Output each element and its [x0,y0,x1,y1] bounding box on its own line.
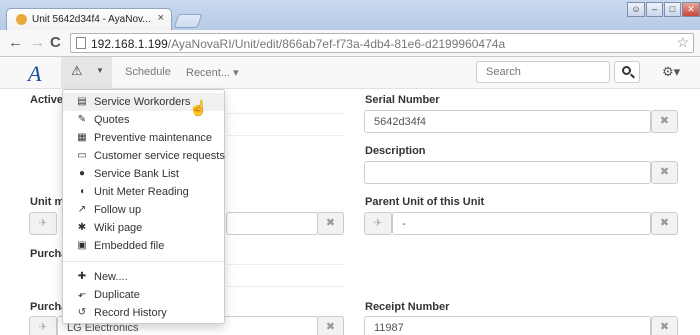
address-bar[interactable]: 192.168.1.199/AyaNovaRI/Unit/edit/866ab7… [70,33,694,53]
serial-number-label: Serial Number [365,94,440,106]
menu-item-preventive-maintenance[interactable]: ▦ Preventive maintenance [63,129,224,147]
warning-icon: ⚠ [71,63,83,78]
url-text[interactable]: 192.168.1.199/AyaNovaRI/Unit/edit/866ab7… [91,37,505,51]
nav-recent-dropdown[interactable]: Recent... ▾ [186,66,239,79]
menu-item-embedded-file[interactable]: ▣ Embedded file [63,237,224,255]
browser-toolbar: ← → C 192.168.1.199/AyaNovaRI/Unit/edit/… [0,30,700,57]
menu-item-label: Quotes [94,114,130,126]
tab-title: Unit 5642d34f4 - AyaNov... [32,14,151,25]
browser-tab[interactable]: Unit 5642d34f4 - AyaNov... × [6,8,172,31]
search-button[interactable] [614,61,640,83]
purchased-from-pick-button[interactable]: ✈ [29,316,57,335]
menu-item-label: Embedded file [94,240,165,252]
plus-icon: ✚ [77,271,87,282]
window-minimize-button[interactable]: – [646,2,663,17]
new-tab-button[interactable] [173,14,203,28]
menu-item-label: Wiki page [94,222,143,234]
description-label: Description [365,145,426,157]
file-icon: ▣ [77,240,87,251]
menu-item-label: Unit Meter Reading [94,186,189,198]
quote-icon: ✎ [77,114,87,125]
receipt-number-clear-button[interactable]: ✖ [651,316,678,335]
duplicate-icon: ⬐ [77,289,87,300]
laptop-icon: ▭ [77,150,87,161]
menu-item-unit-meter-reading[interactable]: ◖ Unit Meter Reading [63,183,224,201]
menu-item-label: Service Workorders [94,96,191,108]
follow-up-icon: ↗ [77,204,87,215]
menu-item-label: Follow up [94,204,142,216]
parent-unit-field[interactable]: - [392,212,651,235]
url-path: /AyaNovaRI/Unit/edit/866ab7ef-f73a-4db4-… [167,37,506,51]
browser-titlebar: Unit 5642d34f4 - AyaNov... × ☺ – □ ✕ [0,0,700,31]
active-label: Active [30,94,64,106]
favicon-icon [16,14,27,25]
menu-item-label: Customer service requests [94,150,225,162]
menu-item-wiki-page[interactable]: ✱ Wiki page [63,219,224,237]
app-navbar: A ⚠ ▼ Schedule Recent... ▾ ⚙▾ [0,57,700,89]
menu-item-new[interactable]: ✚ New.... [63,268,224,286]
history-icon: ↺ [77,307,87,318]
app-logo[interactable]: A [28,61,41,87]
forward-arrow-icon[interactable]: → [30,34,45,52]
nav-schedule-link[interactable]: Schedule [125,66,171,78]
back-arrow-icon[interactable]: ← [8,34,23,52]
description-clear-button[interactable]: ✖ [651,161,678,184]
parent-unit-label: Parent Unit of this Unit [365,196,485,208]
parent-unit-pick-button[interactable]: ✈ [364,212,392,235]
main-menu-dropdown: ▤ Service Workorders ✎ Quotes ▦ Preventi… [62,89,225,324]
receipt-number-field[interactable]: 11987 [364,316,651,335]
menu-item-duplicate[interactable]: ⬐ Duplicate [63,286,224,304]
menu-divider [63,261,224,262]
active-field-area [226,113,344,136]
url-host: 192.168.1.199 [91,37,168,51]
unit-model-clear-button[interactable]: ✖ [317,212,344,235]
wiki-icon: ✱ [77,222,87,233]
parent-unit-clear-button[interactable]: ✖ [651,212,678,235]
hand-cursor-icon: ☝ [189,100,208,117]
main-menu-toggle[interactable]: ⚠ ▼ [61,57,112,89]
window-close-button[interactable]: ✕ [682,2,700,17]
menu-item-record-history[interactable]: ↺ Record History [63,304,224,322]
menu-item-label: Preventive maintenance [94,132,213,144]
tab-close-icon[interactable]: × [158,12,164,24]
menu-item-label: New.... [94,271,128,283]
menu-item-label: Service Bank List [94,168,179,180]
unit-model-field[interactable] [226,212,318,235]
meter-icon: ◖ [78,186,86,197]
chevron-down-icon: ▼ [96,66,104,75]
piggy-bank-icon: ● [78,168,86,179]
serial-number-clear-button[interactable]: ✖ [651,110,678,133]
menu-item-customer-service-requests[interactable]: ▭ Customer service requests [63,147,225,165]
reload-icon[interactable]: C [50,34,61,52]
menu-item-follow-up[interactable]: ↗ Follow up [63,201,224,219]
receipt-number-label: Receipt Number [365,301,450,313]
menu-item-label: Record History [94,307,167,319]
menu-item-label: Duplicate [94,289,140,301]
window-user-button[interactable]: ☺ [627,2,645,17]
menu-item-service-bank-list[interactable]: ● Service Bank List [63,165,224,183]
search-input[interactable] [476,61,610,83]
serial-number-field[interactable]: 5642d34f4 [364,110,651,133]
purchased-date-area [226,264,344,287]
unit-model-label: Unit m [30,196,65,208]
page-icon [76,37,86,49]
purchased-from-clear-button[interactable]: ✖ [317,316,344,335]
window-maximize-button[interactable]: □ [664,2,681,17]
preventive-icon: ▦ [77,132,87,143]
unit-model-pick-button[interactable]: ✈ [29,212,57,235]
bookmark-star-icon[interactable]: ☆ [676,34,689,51]
workorder-icon: ▤ [77,96,87,107]
gear-icon[interactable]: ⚙▾ [662,64,680,80]
description-field[interactable] [364,161,651,184]
